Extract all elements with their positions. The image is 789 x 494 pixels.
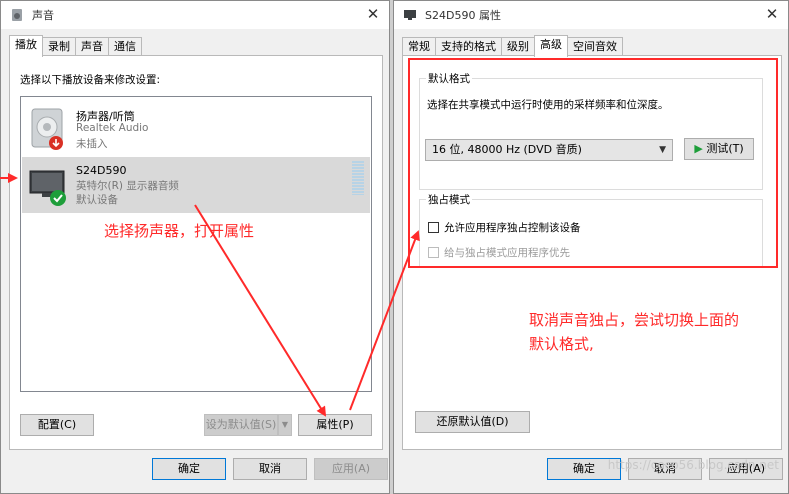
title-bar: 声音 ✕ <box>1 1 389 29</box>
device-driver: 英特尔(R) 显示器音频 <box>76 180 179 192</box>
device-monitor-selected[interactable]: S24D590 英特尔(R) 显示器音频 默认设备 <box>22 157 370 213</box>
highlight-box <box>408 58 778 268</box>
tab-spatial-sound[interactable]: 空间音效 <box>567 37 623 56</box>
device-status: 未插入 <box>76 138 108 150</box>
properties-button[interactable]: 属性(P) <box>298 414 372 436</box>
tab-levels[interactable]: 级别 <box>501 37 535 56</box>
monitor-small-icon <box>404 10 416 20</box>
close-icon[interactable]: ✕ <box>764 6 780 22</box>
speaker-device-icon <box>31 108 63 150</box>
tab-supported-formats[interactable]: 支持的格式 <box>435 37 502 56</box>
window-title: S24D590 属性 <box>425 9 501 22</box>
ok-button[interactable]: 确定 <box>152 458 226 480</box>
instruction-text: 选择以下播放设备来修改设置: <box>20 74 161 86</box>
sound-dialog: 声音 ✕ 播放 录制 声音 通信 选择以下播放设备来修改设置: 扬声器/听筒 R… <box>0 0 390 494</box>
window-title: 声音 <box>32 9 54 22</box>
close-icon[interactable]: ✕ <box>365 6 381 22</box>
configure-button[interactable]: 配置(C) <box>20 414 94 436</box>
annotation-right-line2: 默认格式, <box>529 335 594 353</box>
volume-level-meter <box>352 161 364 195</box>
tab-recording[interactable]: 录制 <box>42 37 76 56</box>
device-driver: Realtek Audio <box>76 122 149 134</box>
watermark: https://coco56.blog.csdn.net <box>607 458 779 472</box>
device-speaker[interactable]: 扬声器/听筒 Realtek Audio 未插入 <box>22 101 370 157</box>
speaker-icon <box>12 9 22 21</box>
device-status: 默认设备 <box>76 194 118 206</box>
title-bar: S24D590 属性 ✕ <box>394 1 788 29</box>
tab-bar: 常规 支持的格式 级别 高级 空间音效 <box>402 35 623 57</box>
tab-bar: 播放 录制 声音 通信 <box>9 35 142 57</box>
tab-general[interactable]: 常规 <box>402 37 436 56</box>
tab-sounds[interactable]: 声音 <box>75 37 109 56</box>
chevron-down-icon[interactable]: ▼ <box>278 414 292 436</box>
tab-communications[interactable]: 通信 <box>108 37 142 56</box>
tab-playback[interactable]: 播放 <box>9 35 43 57</box>
device-list[interactable]: 扬声器/听筒 Realtek Audio 未插入 S24D590 英特尔(R) … <box>20 96 372 392</box>
device-name: S24D590 <box>76 164 127 177</box>
tab-advanced[interactable]: 高级 <box>534 35 568 57</box>
monitor-icon <box>29 170 66 206</box>
annotation-right-line1: 取消声音独占，尝试切换上面的 <box>529 311 740 329</box>
set-default-button[interactable]: 设为默认值(S) <box>204 414 278 436</box>
cancel-button[interactable]: 取消 <box>233 458 307 480</box>
restore-defaults-button[interactable]: 还原默认值(D) <box>415 411 530 433</box>
apply-button[interactable]: 应用(A) <box>314 458 388 480</box>
annotation-left: 选择扬声器，打开属性 <box>104 222 255 240</box>
playback-panel: 选择以下播放设备来修改设置: 扬声器/听筒 Realtek Audio 未插入 <box>9 55 383 450</box>
